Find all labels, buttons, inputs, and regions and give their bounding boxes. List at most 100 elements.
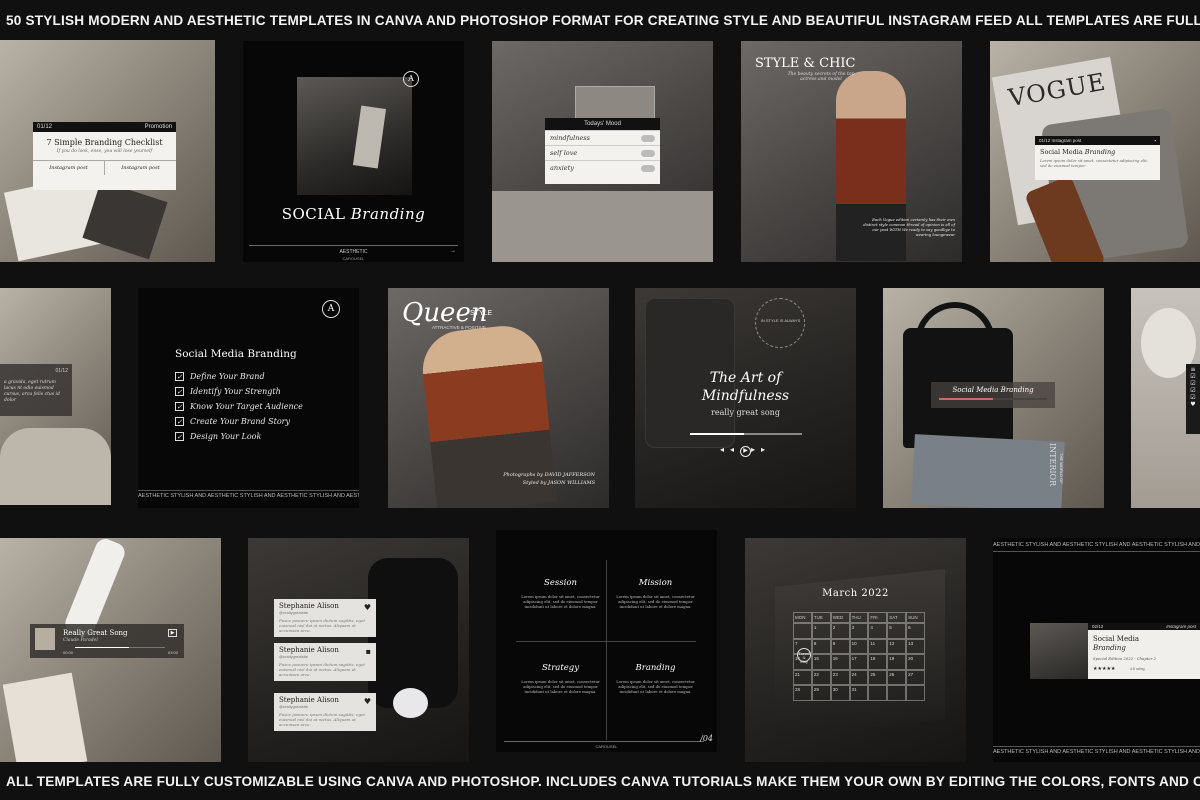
calendar-day-cell[interactable]: 25 — [868, 669, 888, 685]
template-tile-four-quadrants[interactable]: Session Lorem ipsum dolor sit amet, cons… — [496, 530, 717, 752]
toggle-switch[interactable] — [641, 164, 655, 172]
logo-icon: A — [403, 71, 419, 87]
ticker: AESTHETIC STYLISH AND AESTHETIC STYLISH … — [138, 490, 359, 500]
checkbox-icon: ☑ — [1190, 387, 1196, 394]
heart-icon[interactable]: ♥ — [364, 697, 371, 706]
calendar-day-cell[interactable]: 24 — [849, 669, 869, 685]
instagram-post-button[interactable]: Instagram post — [33, 161, 105, 175]
checklist-item[interactable]: ✓ Identify Your Strength — [175, 387, 303, 396]
handbag — [368, 558, 458, 708]
template-tile-branding-checklist[interactable]: 01/12 Promotion 7 Simple Branding Checkli… — [0, 40, 215, 262]
calendar-day-cell[interactable]: 2 — [830, 623, 850, 639]
top-banner-text: 50 STYLISH MODERN AND AESTHETIC TEMPLATE… — [6, 12, 1200, 28]
progress-bar[interactable] — [75, 647, 165, 648]
calendar-day-cell[interactable] — [887, 685, 907, 701]
book — [2, 672, 88, 762]
progress-bar[interactable] — [939, 398, 1047, 400]
calendar-title: March 2022 — [822, 588, 889, 599]
heart-icon: ♥ — [1190, 401, 1196, 408]
calendar-day-cell[interactable]: 16 — [830, 654, 850, 670]
template-tile-queen[interactable]: Queen STYLE ATTRACTIVE & POSITIVE Photog… — [388, 288, 609, 508]
badge-circle — [755, 298, 805, 348]
calendar-day-cell[interactable]: 27 — [906, 669, 925, 685]
mood-row-1[interactable]: mindfulness — [545, 130, 660, 145]
template-tile-todays-mood[interactable]: Todays' Mood mindfulness self love anxie… — [492, 41, 713, 262]
toggle-switch[interactable] — [641, 149, 655, 157]
template-tile-song-player[interactable]: Really Great Song Claude Paradel ▶ 00:00… — [0, 538, 221, 762]
calendar-day-cell[interactable]: 28 — [793, 685, 812, 701]
calendar-day-cell[interactable]: 6 — [906, 623, 925, 639]
calendar-day-cell[interactable]: 19 — [887, 654, 907, 670]
template-tile-right-edge[interactable]: ≡ ☑ ☑ ☑ ☑ ♥ — [1131, 288, 1200, 508]
template-tile-comments[interactable]: Stephanie Alison @reallygreatsite Fusce … — [248, 538, 469, 762]
toggle-switch[interactable] — [641, 134, 655, 142]
calendar-day-cell[interactable]: 3 — [849, 623, 869, 639]
checklist-item[interactable]: ✓ Define Your Brand — [175, 372, 303, 381]
template-tile-gravida[interactable]: 01/12 a gravida, eget rutrum lacus nt od… — [0, 288, 111, 505]
card-body: Lorem ipsum dolor sit amet, consectetur … — [1040, 158, 1148, 168]
calendar-day-cell[interactable]: 1 — [811, 623, 831, 639]
title-social: SOCIAL — [281, 205, 351, 223]
rewind-icon[interactable]: ◂◂ — [720, 445, 740, 454]
quadrant-session: Session Lorem ipsum dolor sit amet, cons… — [521, 578, 600, 609]
mood-row-2[interactable]: self love — [545, 145, 660, 160]
calendar-day-cell[interactable]: 4 — [868, 623, 888, 639]
calendar-day-cell[interactable]: 9 — [830, 638, 850, 654]
time-elapsed: 00:00 — [63, 650, 74, 655]
template-tile-interior-bag[interactable]: INTERIOR THE WORLD OF Social Media Brand… — [883, 288, 1104, 508]
calendar-day-cell[interactable] — [793, 623, 812, 639]
calendar-day-cell[interactable]: 20 — [906, 654, 925, 670]
calendar-day-cell[interactable]: 23 — [830, 669, 850, 685]
subtitle: The beauty secrets of the top actress an… — [787, 72, 855, 82]
calendar-day-cell[interactable]: 26 — [887, 669, 907, 685]
fast-forward-icon[interactable]: ▸▸ — [751, 445, 771, 454]
mood-row-3[interactable]: anxiety — [545, 160, 660, 175]
calendar-day-cell[interactable]: 10 — [849, 638, 869, 654]
heart-icon[interactable]: ♥ — [364, 603, 371, 612]
template-tile-mindfulness[interactable]: IN STYLE IS ALWAYS The Art of Mindfulnes… — [635, 288, 856, 508]
magazine-subtitle: THE WORLD OF — [1059, 453, 1064, 484]
checklist-item[interactable]: ✓ Know Your Target Audience — [175, 402, 303, 411]
calendar-day-cell[interactable] — [868, 685, 888, 701]
fashion-photo — [297, 77, 412, 195]
checkbox-icon: ✓ — [175, 387, 184, 396]
calendar-day-cell[interactable] — [906, 685, 925, 701]
calendar-day-cell[interactable]: 5 — [887, 623, 907, 639]
calendar-day-cell[interactable]: 12 — [887, 638, 907, 654]
ticker-bottom: AESTHETIC STYLISH AND AESTHETIC STYLISH … — [993, 746, 1200, 756]
checkbox-icon: ✓ — [175, 417, 184, 426]
comment-card[interactable]: Stephanie Alison @reallygreatsite Fusce … — [274, 693, 376, 731]
calendar-day-cell[interactable]: 18 — [868, 654, 888, 670]
calendar-day-cell[interactable]: 17 — [849, 654, 869, 670]
calendar-day-cell[interactable]: 29 — [811, 685, 831, 701]
calendar-day-cell[interactable]: 21 — [793, 669, 812, 685]
template-tile-calendar[interactable]: March 2022 MON TUE WED THU FRI SAT SUN 1234567… — [745, 538, 966, 762]
play-icon[interactable]: ▶ — [168, 629, 177, 637]
ticker-top: AESTHETIC STYLISH AND AESTHETIC STYLISH … — [993, 542, 1200, 552]
time-total: 03:00 — [168, 650, 179, 655]
mini-checklist: ≡ ☑ ☑ ☑ ☑ ♥ — [1186, 364, 1200, 434]
checkbox-icon: ✓ — [175, 402, 184, 411]
progress-bar[interactable] — [690, 433, 802, 435]
calendar-day-cell[interactable]: 31 — [849, 685, 869, 701]
calendar-day-cell[interactable]: 15 — [811, 654, 831, 670]
instagram-post-button-2[interactable]: Instagram post — [105, 161, 176, 175]
calendar-day-cell[interactable]: 8 — [811, 638, 831, 654]
calendar-day-cell[interactable]: 30 — [830, 685, 850, 701]
template-tile-special-edition[interactable]: AESTHETIC STYLISH AND AESTHETIC STYLISH … — [993, 538, 1200, 762]
chat-icon[interactable]: ▪ — [366, 647, 371, 656]
template-tile-social-branding[interactable]: A SOCIAL Branding AESTHETIC → CAROUSEL — [243, 41, 464, 262]
footer-sub: CAROUSEL — [342, 256, 365, 261]
template-tile-style-chic[interactable]: STYLE & CHIC The beauty secrets of the t… — [741, 41, 962, 262]
comment-card[interactable]: Stephanie Alison @reallygreatsite Fusce … — [274, 599, 376, 637]
calendar-day-cell[interactable]: 22 — [811, 669, 831, 685]
play-icon[interactable]: ▶ — [740, 446, 751, 457]
comment-card[interactable]: Stephanie Alison @reallygreatsite Fusce … — [274, 643, 376, 681]
checklist-item[interactable]: ✓ Design Your Look — [175, 432, 303, 441]
checklist-item[interactable]: ✓ Create Your Brand Story — [175, 417, 303, 426]
template-tile-branding-checklist-dark[interactable]: A Social Media Branding ✓ Define Your Bra… — [138, 288, 359, 508]
card-title-italic: Branding — [1093, 643, 1126, 652]
template-tile-vogue[interactable]: VOGUE 01/12 Instagram post ▪ Social Media… — [990, 41, 1200, 262]
calendar-day-cell[interactable]: 11 — [868, 638, 888, 654]
calendar-day-cell[interactable]: 13 — [906, 638, 925, 654]
